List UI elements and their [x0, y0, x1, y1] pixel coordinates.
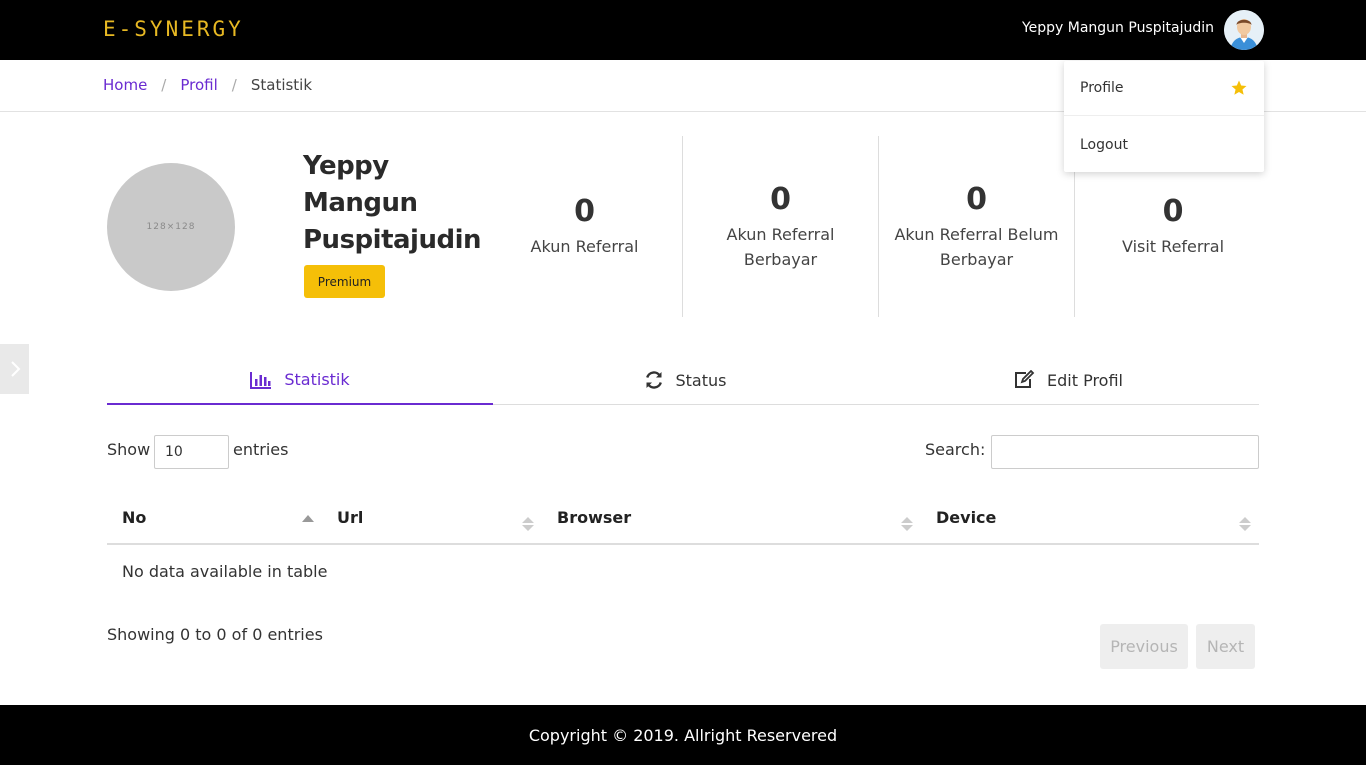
show-label: Show	[107, 440, 151, 459]
previous-button[interactable]: Previous	[1100, 624, 1188, 669]
user-name[interactable]: Yeppy Mangun Puspitajudin	[1022, 20, 1214, 36]
breadcrumb-profil-link[interactable]: Profil	[180, 76, 217, 94]
table-header: No Url Browser Device	[107, 492, 1259, 545]
column-header-url[interactable]: Url	[322, 492, 542, 543]
footer: Copyright © 2019. Allright Reservered	[0, 705, 1366, 765]
breadcrumb-home-link[interactable]: Home	[103, 76, 147, 94]
profile-photo-placeholder: 128×128	[107, 163, 235, 291]
profile-name-line: Puspitajudin	[303, 225, 482, 255]
stat-value: 0	[574, 194, 595, 229]
bar-chart-icon	[250, 371, 272, 389]
profile-name-line: Mangun	[303, 188, 418, 218]
profile-tabs: Statistik Status Edit Profil	[107, 356, 1259, 405]
tab-statistik[interactable]: Statistik	[107, 356, 493, 405]
stat-akun-referral-berbayar: 0 Akun Referral Berbayar	[683, 136, 879, 317]
sort-icon	[1239, 517, 1251, 531]
stat-label: Akun Referral Belum	[894, 225, 1059, 244]
menu-item-logout[interactable]: Logout	[1064, 117, 1264, 172]
breadcrumb-current: Statistik	[250, 76, 313, 94]
column-label: Url	[337, 508, 364, 527]
stat-label: Visit Referral	[1121, 237, 1225, 256]
stat-akun-referral: 0 Akun Referral	[487, 136, 683, 317]
side-panel-toggle[interactable]	[0, 344, 29, 394]
menu-item-label: Logout	[1080, 136, 1128, 153]
column-header-device[interactable]: Device	[921, 492, 1259, 543]
column-label: No	[122, 508, 147, 527]
next-button[interactable]: Next	[1196, 624, 1255, 669]
stat-value: 0	[770, 182, 791, 217]
column-label: Browser	[557, 508, 632, 527]
tab-label: Edit Profil	[1047, 370, 1123, 390]
stat-label: Berbayar	[939, 250, 1014, 269]
stat-value: 0	[966, 182, 987, 217]
refresh-icon	[645, 371, 662, 389]
tab-edit-profil[interactable]: Edit Profil	[877, 356, 1259, 404]
stat-label: Akun Referral	[726, 225, 835, 244]
breadcrumb-separator: /	[231, 76, 237, 94]
breadcrumb-separator: /	[161, 76, 167, 94]
user-avatar-icon[interactable]	[1224, 10, 1264, 50]
tab-label: Statistik	[284, 370, 350, 389]
menu-item-label: Profile	[1080, 80, 1124, 96]
breadcrumb: Home / Profil / Statistik	[103, 76, 312, 94]
edit-icon	[1015, 370, 1035, 388]
copyright-text: Copyright © 2019. Allright Reservered	[528, 725, 838, 745]
star-icon	[1230, 79, 1248, 101]
sort-icon	[522, 517, 534, 531]
stat-akun-referral-belum-berbayar: 0 Akun Referral Belum Berbayar	[879, 136, 1075, 317]
entries-per-page-select[interactable]: 10	[154, 435, 229, 469]
column-header-browser[interactable]: Browser	[542, 492, 921, 543]
user-dropdown-menu: Profile Logout	[1064, 61, 1264, 172]
search-label: Search:	[925, 440, 986, 459]
stat-label: Berbayar	[743, 250, 818, 269]
profile-name: Yeppy Mangun Puspitajudin	[303, 148, 493, 259]
stat-value: 0	[1162, 194, 1184, 229]
profile-name-line: Yeppy	[303, 151, 389, 181]
referral-visits-table: No Url Browser Device No data available …	[107, 492, 1259, 597]
top-navbar: E-SYNERGY Yeppy Mangun Puspitajudin	[0, 0, 1366, 60]
menu-item-profile[interactable]: Profile	[1064, 61, 1264, 116]
column-label: Device	[936, 508, 997, 527]
sort-ascending-icon	[302, 515, 314, 522]
chevron-right-icon	[10, 361, 20, 377]
tab-label: Status	[675, 370, 727, 390]
search-input[interactable]	[991, 435, 1259, 469]
entries-label: entries	[233, 440, 289, 459]
sort-icon	[901, 517, 913, 531]
brand-logo[interactable]: E-SYNERGY	[103, 17, 244, 41]
column-header-no[interactable]: No	[107, 492, 322, 543]
table-empty-row: No data available in table	[122, 561, 328, 581]
table-info: Showing 0 to 0 of 0 entries	[107, 625, 323, 644]
stat-label: Akun Referral	[530, 237, 639, 256]
tab-status[interactable]: Status	[493, 356, 877, 404]
premium-badge: Premium	[304, 265, 385, 298]
